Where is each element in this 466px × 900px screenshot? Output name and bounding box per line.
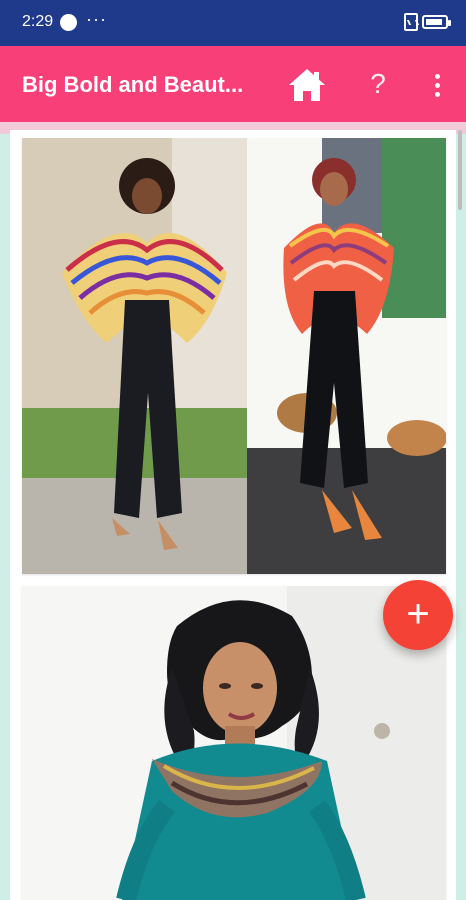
menu-dot-icon: [434, 91, 440, 97]
status-bar: 2:29 ···: [0, 0, 466, 46]
image-card[interactable]: [22, 138, 446, 574]
notification-dot-icon: [60, 14, 77, 31]
help-button[interactable]: ?: [364, 64, 392, 106]
outfit-image: [22, 586, 446, 900]
plus-icon: +: [406, 591, 430, 636]
outfit-image: [22, 138, 446, 574]
home-button[interactable]: [286, 64, 328, 106]
app-bar: Big Bold and Beaut... ?: [0, 46, 466, 122]
status-time: 2:29: [22, 13, 54, 30]
add-button[interactable]: +: [383, 580, 453, 650]
sim-icon: [404, 13, 418, 31]
battery-icon: [422, 15, 451, 29]
menu-dot-icon: [434, 82, 440, 88]
status-more: ···: [86, 9, 107, 29]
overflow-menu-button[interactable]: [428, 66, 446, 104]
question-icon: ?: [370, 68, 386, 99]
image-card[interactable]: [22, 586, 446, 900]
menu-dot-icon: [434, 73, 440, 79]
home-icon: [289, 69, 325, 101]
app-title: Big Bold and Beaut...: [22, 72, 244, 97]
image-feed[interactable]: [10, 130, 456, 900]
feed-scrollbar[interactable]: [458, 130, 462, 210]
